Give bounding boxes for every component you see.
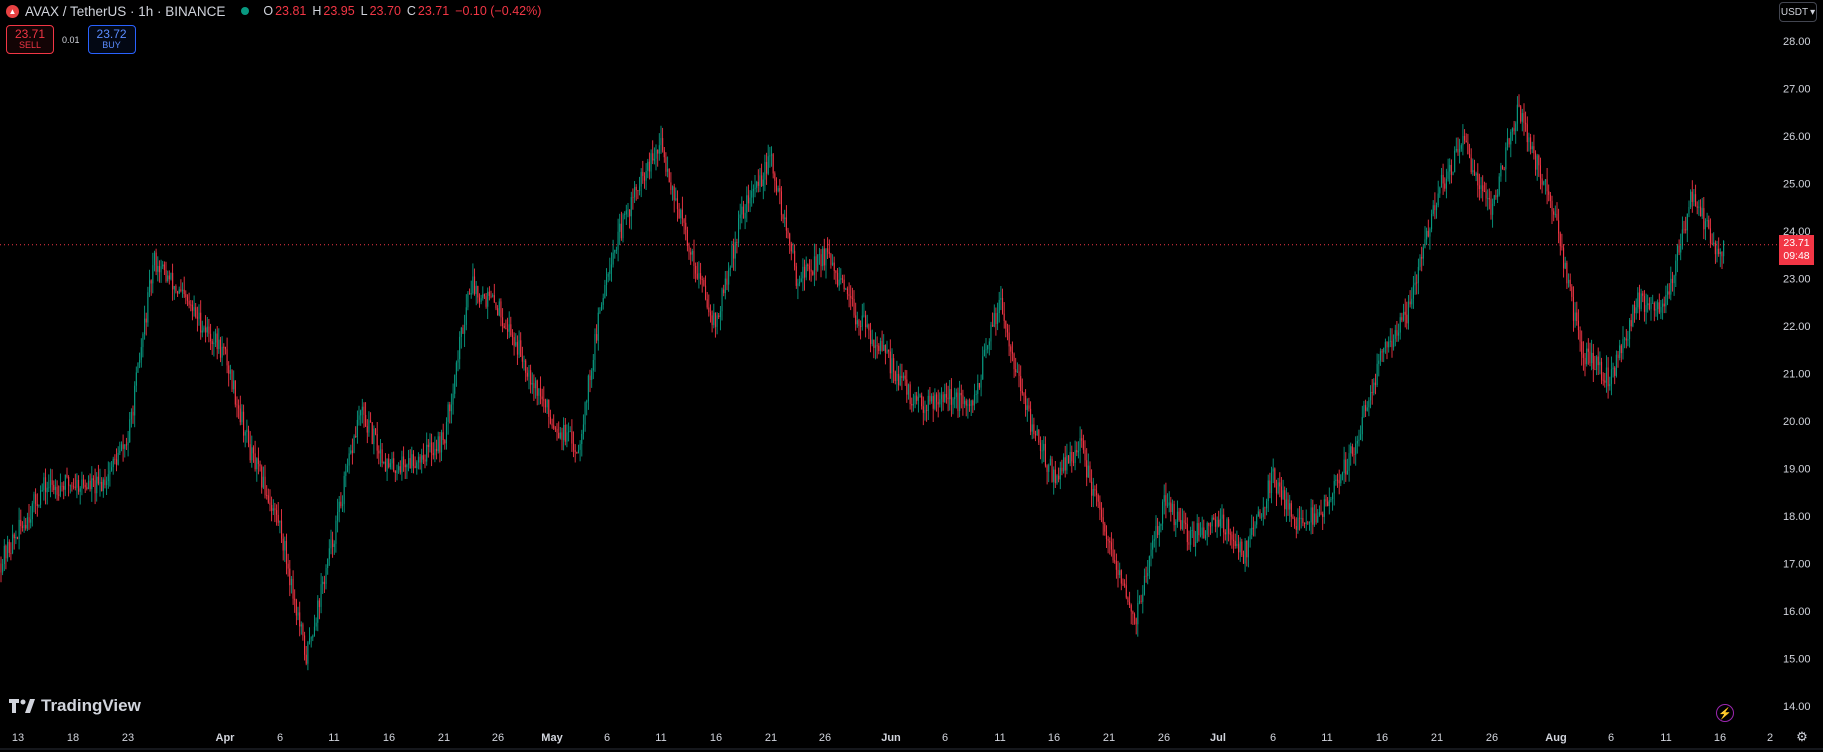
x-tick-label: 26 [819,732,831,744]
y-tick-label: 19.00 [1783,464,1811,476]
high-key: H [312,4,322,18]
gear-icon[interactable]: ⚙ [1795,730,1809,744]
x-tick-label: 11 [994,732,1005,744]
y-tick-label: 25.00 [1783,179,1811,191]
symbol-header: ▲ AVAX / TetherUS · 1h · BINANCE O 23.81 … [6,2,545,20]
y-tick-label: 18.00 [1783,511,1811,523]
open-key: O [263,4,274,18]
avax-logo-icon: ▲ [6,4,19,18]
market-status-icon [241,7,250,15]
x-tick-label: 26 [492,732,504,744]
y-tick-label: 27.00 [1783,84,1811,96]
x-tick-label: 6 [277,732,283,744]
x-tick-label: Apr [216,732,236,744]
x-tick-label: 23 [122,732,134,744]
y-tick-label: 28.00 [1783,36,1811,48]
x-tick-label: 16 [710,732,722,744]
sell-price: 23.71 [14,26,46,41]
sell-button[interactable]: 23.71 SELL [6,25,54,54]
ohlc-values: O 23.81 H 23.95 L 23.70 C 23.71 −0.10 (−0.42… [263,4,545,18]
y-tick-label: 21.00 [1783,369,1811,381]
last-price-tag: 23.71 09:48 [1779,234,1814,265]
x-tick-label: 18 [67,732,79,744]
x-tick-label: 6 [604,732,610,744]
x-tick-label: 6 [1608,732,1614,744]
buy-price: 23.72 [96,26,127,41]
x-tick-label: 11 [655,732,666,744]
change-value: −0.10 (−0.42%) [455,4,542,18]
close-key: C [406,4,416,18]
sell-label: SELL [18,39,42,50]
y-tick-label: 23.00 [1783,274,1811,286]
x-tick-label: 26 [1486,732,1498,744]
tradingview-logo[interactable]: TradingView [9,696,141,716]
x-tick-label: 11 [328,732,339,744]
open-value: 23.81 [275,4,307,18]
y-tick-label: 26.00 [1783,131,1811,143]
y-tick-label: 20.00 [1783,416,1811,428]
axes: 14.00 15.00 16.00 17.00 18.00 19.00 20.00 21.00… [0,36,1823,750]
x-tick-label: 11 [1321,732,1332,744]
x-tick-label: 26 [1158,732,1170,744]
currency-selector[interactable]: USDT ▾ [1779,2,1817,22]
buy-label: BUY [102,39,121,50]
x-tick-label: 2 [1767,732,1773,744]
x-tick-label: Aug [1545,732,1566,744]
lightning-icon[interactable]: ⚡ [1716,704,1734,722]
x-tick-label: 16 [1048,732,1060,744]
low-key: L [360,4,368,18]
x-tick-label: 6 [942,732,948,744]
x-tick-label: 21 [765,732,777,744]
x-tick-label: Jun [881,732,901,744]
buy-button[interactable]: 23.72 BUY [87,25,136,54]
x-tick-label: 13 [12,732,24,744]
y-tick-label: 14.00 [1783,701,1811,713]
x-tick-label: 21 [1103,732,1115,744]
x-tick-label: Jul [1210,732,1226,744]
logo-text: TradingView [41,696,141,715]
x-tick-label: 16 [1376,732,1388,744]
x-tick-label: May [541,732,563,744]
currency-label: USDT [1780,6,1809,18]
chevron-down-icon: ▾ [1810,6,1816,18]
y-tick-label: 16.00 [1783,606,1811,618]
x-tick-label: 11 [1660,732,1671,744]
tradingview-logo-icon [9,699,35,713]
close-value: 23.71 [417,4,450,18]
countdown-value: 09:48 [1783,249,1810,262]
x-tick-label: 6 [1270,732,1276,744]
y-tick-label: 22.00 [1783,321,1811,333]
trade-panel: 23.71 SELL 0.01 23.72 BUY [6,25,136,54]
y-tick-label: 17.00 [1783,559,1811,571]
x-tick-label: 21 [1431,732,1443,744]
symbol-title[interactable]: AVAX / TetherUS · 1h · BINANCE [25,4,225,19]
x-tick-label: 16 [1714,732,1726,744]
x-tick-label: 21 [438,732,450,744]
low-value: 23.70 [369,4,401,18]
last-price-value: 23.71 [1783,236,1810,249]
y-tick-label: 15.00 [1783,654,1811,666]
spread-value: 0.01 [62,34,80,45]
high-value: 23.95 [323,4,355,18]
x-tick-label: 16 [383,732,395,744]
